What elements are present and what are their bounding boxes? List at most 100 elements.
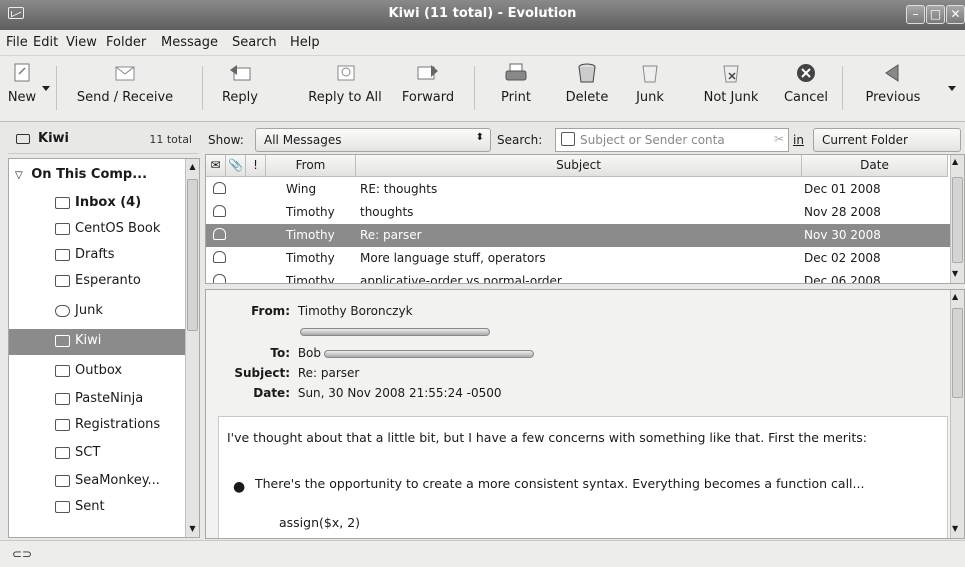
new-dropdown-arrow[interactable]: [42, 86, 50, 91]
message-list[interactable]: ✉ 📎 ! From Subject Date Wing RE: thought…: [205, 154, 965, 284]
sidebar-item-seamonkey[interactable]: SeaMonkey...: [9, 469, 185, 495]
show-filter-select[interactable]: All Messages ⬍: [255, 128, 491, 152]
forward-button[interactable]: Forward: [396, 58, 460, 118]
reply-all-button[interactable]: Reply to All: [300, 58, 390, 118]
scroll-up-arrow-icon[interactable]: ▲: [187, 161, 198, 173]
previous-button[interactable]: Previous: [862, 58, 924, 118]
current-folder-total: 11 total: [149, 133, 192, 146]
send-receive-button[interactable]: Send / Receive: [60, 58, 190, 118]
col-status-header[interactable]: ✉: [206, 155, 226, 177]
message-preview: From: Timothy Boronczyk To: Bob Subject:…: [205, 289, 965, 539]
search-input[interactable]: Subject or Sender conta ✂: [555, 128, 789, 152]
maximize-button[interactable]: □: [926, 5, 945, 24]
col-attachment-header[interactable]: 📎: [226, 155, 246, 177]
menu-edit[interactable]: Edit: [33, 35, 58, 50]
sidebar-item-sct[interactable]: SCT: [9, 441, 185, 467]
print-button[interactable]: Print: [496, 58, 536, 118]
search-options-icon[interactable]: [561, 132, 575, 146]
online-status-icon[interactable]: ⊂⊃: [12, 547, 32, 561]
new-button[interactable]: New: [4, 58, 40, 118]
sidebar-item-inbox[interactable]: Inbox (4): [9, 191, 185, 217]
menu-file[interactable]: File: [6, 35, 28, 50]
sidebar-scroll-thumb[interactable]: [187, 179, 198, 331]
status-bar: ⊂⊃: [0, 540, 965, 567]
redacted-address: [300, 328, 490, 336]
read-envelope-icon: [213, 205, 226, 217]
sidebar-scrollbar[interactable]: ▲ ▼: [185, 159, 199, 537]
paperclip-icon: 📎: [228, 158, 243, 172]
printer-icon: [503, 62, 529, 84]
preview-scroll-thumb[interactable]: [952, 308, 963, 398]
message-body: I've thought about that a little bit, bu…: [218, 416, 948, 538]
folder-icon: [55, 393, 70, 405]
code-line: assign($x, 2): [279, 515, 361, 530]
folder-icon: [55, 275, 70, 287]
close-window-button[interactable]: ✕: [946, 5, 965, 24]
new-message-icon: [9, 62, 35, 84]
sidebar-item-esperanto[interactable]: Esperanto: [9, 269, 185, 295]
sidebar-item-junk[interactable]: Junk: [9, 299, 185, 325]
body-paragraph: I've thought about that a little bit, bu…: [227, 430, 868, 445]
window-title: Kiwi (11 total) - Evolution: [388, 6, 577, 21]
search-label: Search:: [497, 133, 543, 147]
search-scope-select[interactable]: Current Folder ⬍: [813, 128, 961, 152]
toolbar: New Send / Receive Reply Reply to All Fo…: [0, 56, 965, 122]
menu-folder[interactable]: Folder: [106, 35, 146, 50]
folder-icon: [55, 223, 70, 235]
combo-arrows-icon: ⬍: [475, 132, 484, 143]
send-receive-icon: [112, 62, 138, 84]
folder-icon: [55, 335, 70, 347]
sidebar-item-centos-book[interactable]: CentOS Book: [9, 217, 185, 243]
to-value[interactable]: Bob: [298, 346, 321, 360]
expander-arrow-icon[interactable]: ▽: [15, 170, 23, 181]
preview-scrollbar[interactable]: ▲ ▼: [950, 290, 964, 538]
menu-help[interactable]: Help: [290, 35, 320, 50]
reply-button[interactable]: Reply: [212, 58, 268, 118]
menu-search[interactable]: Search: [232, 35, 277, 50]
read-envelope-icon: [213, 274, 226, 283]
toolbar-overflow-arrow[interactable]: [948, 86, 956, 91]
menu-view[interactable]: View: [66, 35, 97, 50]
scroll-up-arrow-icon[interactable]: ▲: [952, 157, 958, 166]
table-row[interactable]: Wing RE: thoughts Dec 01 2008: [206, 178, 950, 201]
header-date: Date: Sun, 30 Nov 2008 21:55:24 -0500: [253, 386, 502, 400]
in-label: in: [793, 133, 804, 147]
filter-bar: Show: All Messages ⬍ Search: Subject or …: [205, 126, 965, 154]
scroll-down-arrow-icon[interactable]: ▼: [952, 524, 958, 533]
table-row-selected[interactable]: Timothy Re: parser Nov 30 2008: [206, 224, 950, 247]
folder-icon: [55, 447, 70, 459]
message-list-scrollbar[interactable]: ▲ ▼: [950, 155, 964, 283]
table-row[interactable]: Timothy thoughts Nov 28 2008: [206, 201, 950, 224]
sidebar-item-pasteninja[interactable]: PasteNinja: [9, 387, 185, 413]
col-date-header[interactable]: Date: [802, 155, 948, 177]
scroll-down-arrow-icon[interactable]: ▼: [952, 269, 958, 278]
clear-search-icon[interactable]: ✂: [774, 132, 784, 146]
sidebar-item-sent[interactable]: Sent: [9, 495, 185, 521]
scroll-up-arrow-icon[interactable]: ▲: [952, 292, 958, 301]
scroll-down-arrow-icon[interactable]: ▼: [187, 523, 198, 535]
sidebar-item-outbox[interactable]: Outbox: [9, 359, 185, 385]
sidebar-item-kiwi[interactable]: Kiwi: [9, 329, 185, 355]
table-row[interactable]: Timothy More language stuff, operators D…: [206, 247, 950, 270]
sidebar-item-drafts[interactable]: Drafts: [9, 243, 185, 269]
minimize-button[interactable]: –: [906, 5, 925, 24]
delete-button[interactable]: Delete: [562, 58, 612, 118]
sidebar-item-registrations[interactable]: Registrations: [9, 413, 185, 439]
junk-icon: [637, 62, 663, 84]
from-value[interactable]: Timothy Boronczyk: [298, 304, 413, 318]
not-junk-button[interactable]: Not Junk: [700, 58, 762, 118]
message-list-scroll-thumb[interactable]: [952, 177, 963, 263]
tree-root-on-this-computer[interactable]: ▽ On This Comp...: [15, 167, 147, 182]
col-from-header[interactable]: From: [266, 155, 356, 177]
outbox-icon: [55, 365, 70, 377]
folder-tree[interactable]: ▽ On This Comp... Inbox (4) CentOS Book …: [8, 158, 200, 538]
menu-message[interactable]: Message: [161, 35, 218, 50]
col-importance-header[interactable]: !: [246, 155, 266, 177]
table-row[interactable]: Timothy applicative-order vs normal-orde…: [206, 270, 950, 283]
col-subject-header[interactable]: Subject: [356, 155, 802, 177]
junk-button[interactable]: Junk: [630, 58, 670, 118]
cancel-button[interactable]: Cancel: [780, 58, 832, 118]
current-folder-name: Kiwi: [38, 131, 69, 146]
reply-all-icon: [332, 62, 358, 84]
envelope-icon: ✉: [210, 158, 221, 172]
